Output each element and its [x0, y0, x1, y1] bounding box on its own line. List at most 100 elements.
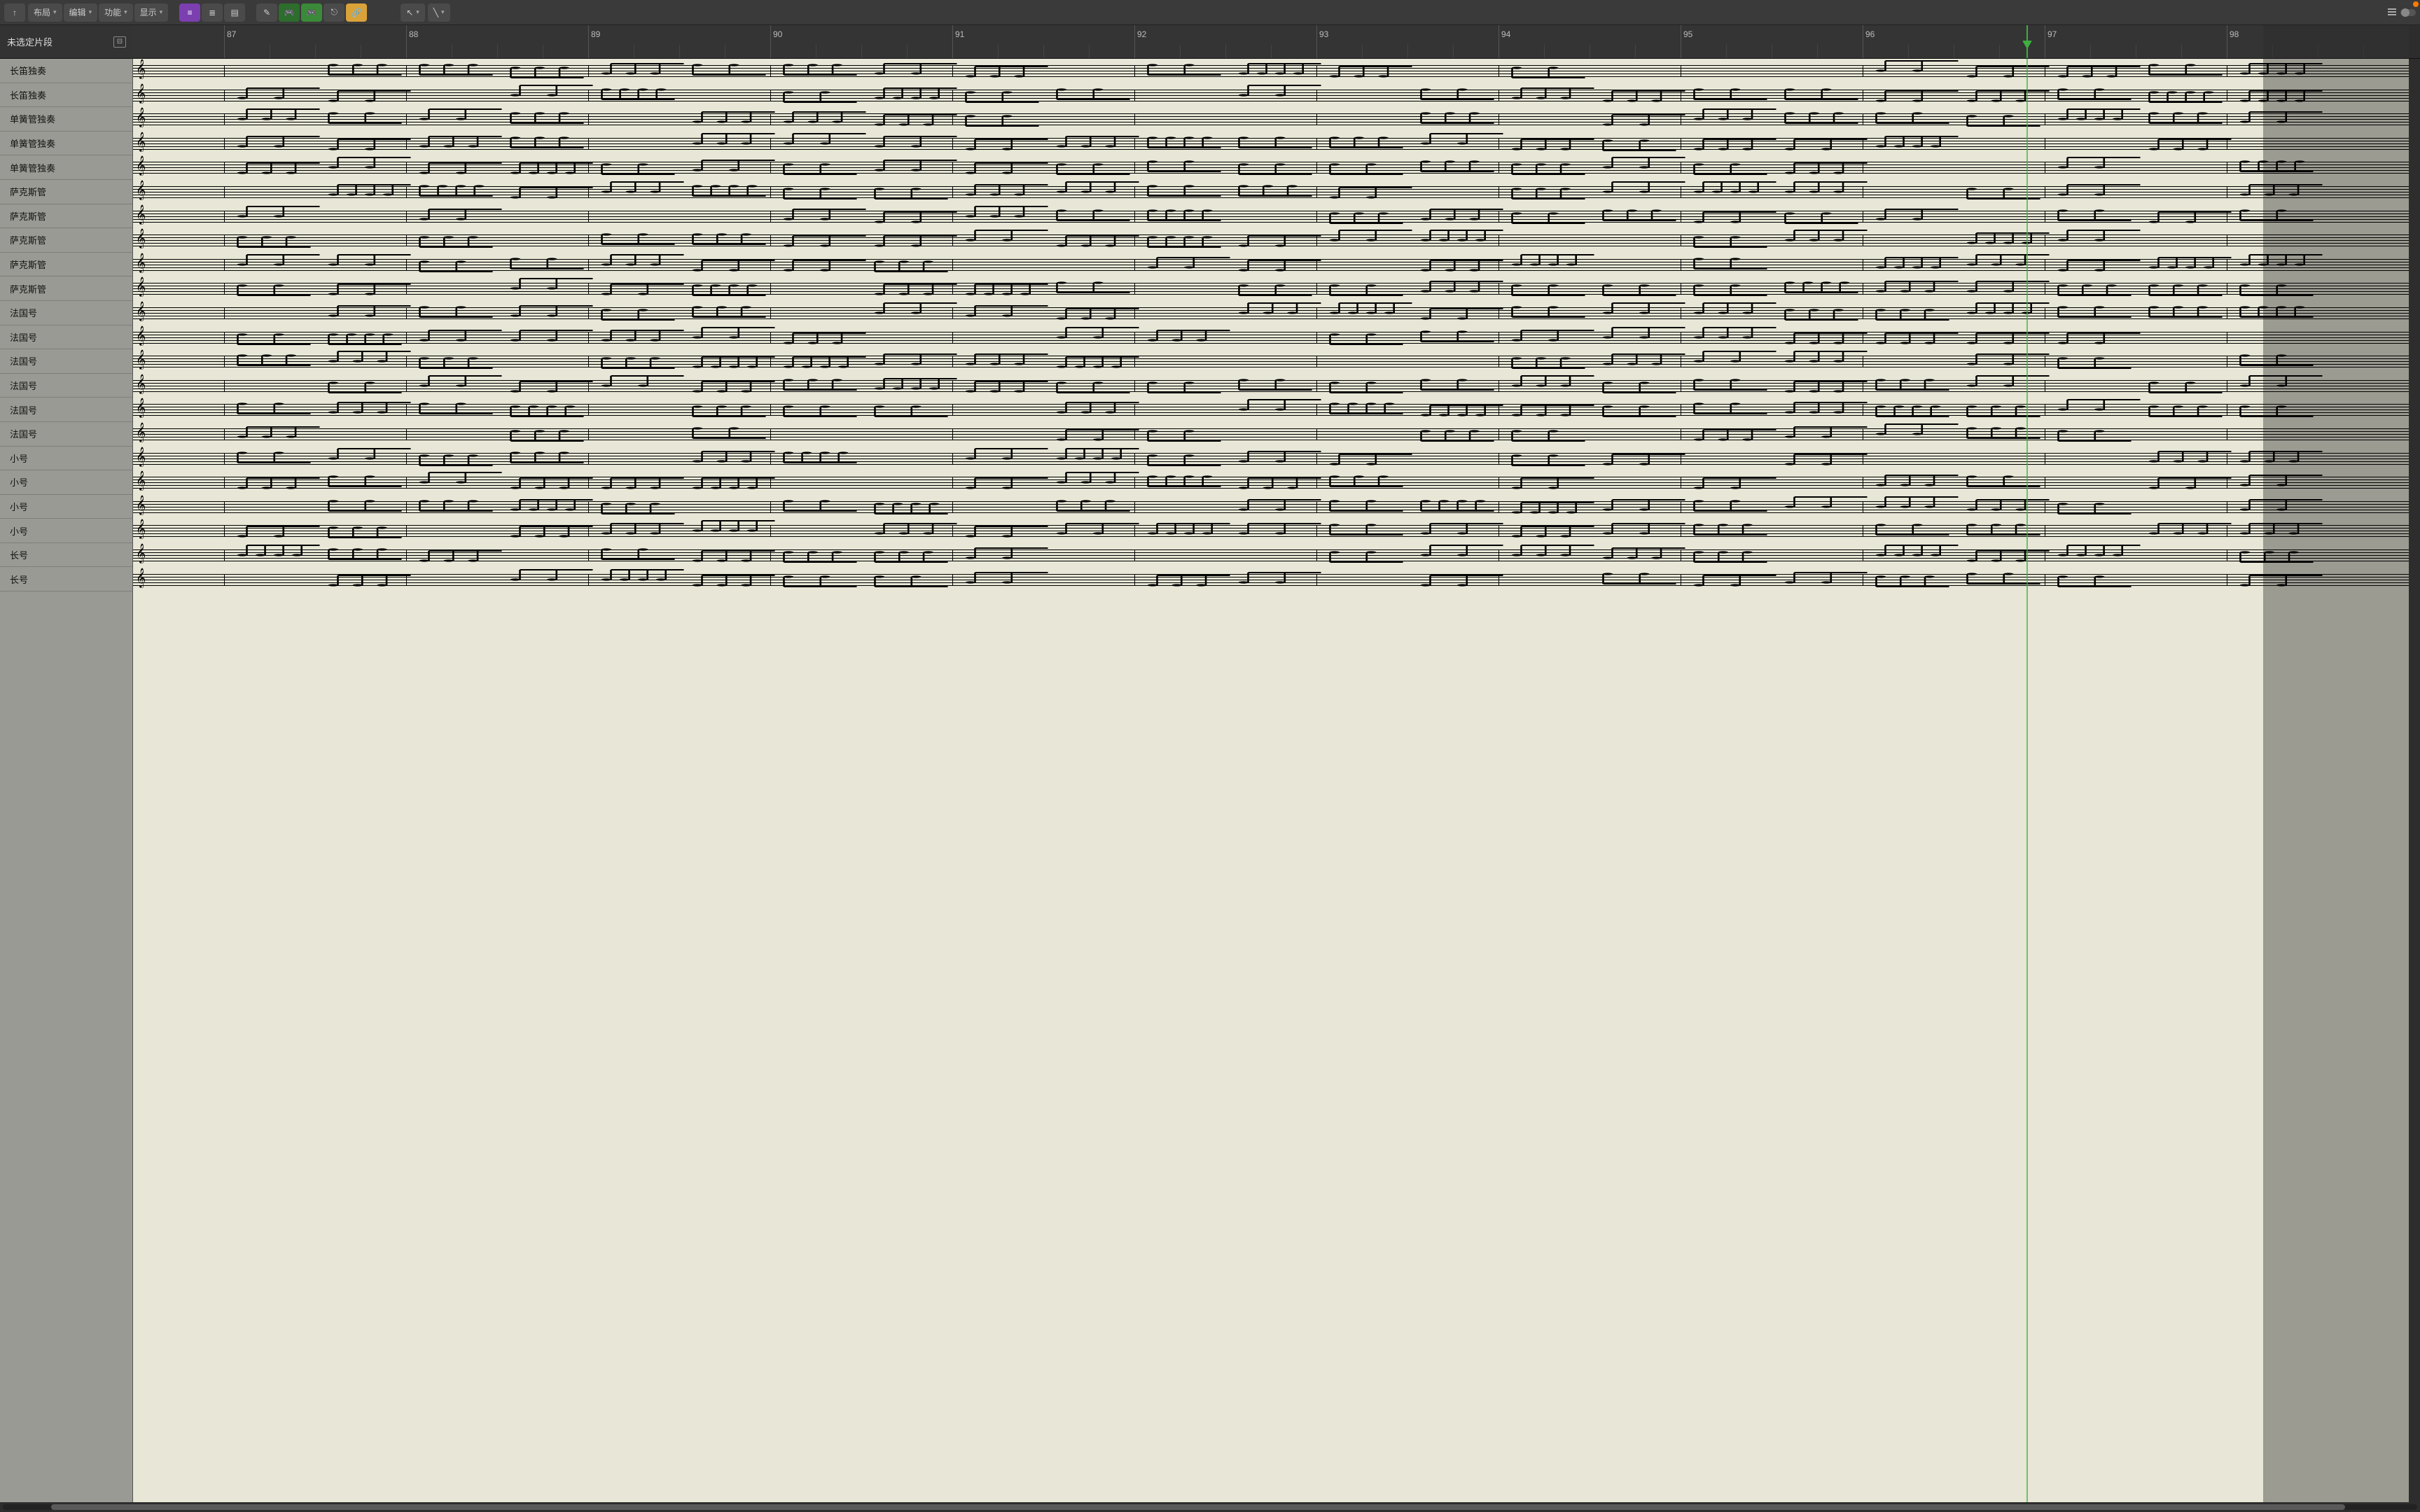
track-row[interactable]: 法国号	[0, 349, 132, 374]
right-gutter	[2409, 25, 2420, 58]
chevron-down-icon: ▾	[53, 8, 57, 16]
tool-pen[interactable]: ✎	[256, 4, 277, 22]
vertical-zoom-icon[interactable]	[2388, 8, 2396, 17]
ruler-label: 88	[409, 29, 418, 39]
staff-row: 𝄞	[133, 568, 2409, 592]
track-name: 单簧管独奏	[10, 161, 55, 174]
ruler-label: 92	[1137, 29, 1146, 39]
track-row[interactable]: 法国号	[0, 422, 132, 447]
track-row[interactable]: 小号	[0, 447, 132, 471]
playhead[interactable]	[2026, 25, 2028, 58]
staff-row: 𝄞	[133, 204, 2409, 229]
staff-row: 𝄞	[133, 519, 2409, 543]
treble-clef-icon: 𝄞	[136, 158, 146, 174]
ruler[interactable]: 87888990919293949596979899	[133, 25, 2409, 58]
staff-row: 𝄞	[133, 398, 2409, 422]
app-root: ↑ 布局 ▾编辑 ▾功能 ▾显示 ▾ ≡≣▤ ✎🎮🎮⎋🔗 ↖▾ ╲▾ 未选定片段…	[0, 0, 2420, 1512]
track-row[interactable]: 法国号	[0, 326, 132, 350]
view-menu[interactable]: 显示 ▾	[134, 4, 169, 22]
track-name: 萨克斯管	[10, 233, 46, 246]
treble-clef-icon: 𝄞	[136, 206, 146, 223]
staff-row: 𝄞	[133, 543, 2409, 568]
track-row[interactable]: 单簧管独奏	[0, 132, 132, 156]
track-row[interactable]: 法国号	[0, 301, 132, 326]
treble-clef-icon: 𝄞	[136, 328, 146, 344]
catch-toggle[interactable]	[2400, 9, 2416, 16]
track-name: 小号	[10, 524, 28, 538]
track-row[interactable]: 小号	[0, 470, 132, 495]
tool-inspect[interactable]: ⎋	[324, 4, 345, 22]
score-area[interactable]: 𝄞𝄞𝄞𝄞𝄞𝄞𝄞𝄞𝄞𝄞𝄞𝄞𝄞𝄞𝄞𝄞𝄞𝄞𝄞𝄞𝄞𝄞	[133, 59, 2409, 1502]
treble-clef-icon: 𝄞	[136, 351, 146, 368]
collapse-icon[interactable]: ⊟	[113, 36, 126, 48]
staff-row: 𝄞	[133, 349, 2409, 374]
up-button[interactable]: ↑	[4, 4, 25, 22]
track-name: 小号	[10, 451, 28, 465]
pointer-tool[interactable]: ↖▾	[401, 4, 425, 22]
track-row[interactable]: 小号	[0, 519, 132, 543]
staff-row: 𝄞	[133, 326, 2409, 350]
track-row[interactable]: 萨克斯管	[0, 253, 132, 277]
treble-clef-icon: 𝄞	[136, 400, 146, 416]
chevron-down-icon: ▾	[89, 8, 92, 16]
staff-row: 𝄞	[133, 253, 2409, 277]
staff-row: 𝄞	[133, 276, 2409, 301]
staff-row: 𝄞	[133, 495, 2409, 519]
track-row[interactable]: 萨克斯管	[0, 276, 132, 301]
track-name: 单簧管独奏	[10, 112, 55, 125]
track-name: 法国号	[10, 354, 37, 368]
track-name: 萨克斯管	[10, 209, 46, 223]
staff-row: 𝄞	[133, 374, 2409, 398]
track-name: 长笛独奏	[10, 88, 46, 102]
staff-row: 𝄞	[133, 301, 2409, 326]
track-row[interactable]: 萨克斯管	[0, 204, 132, 229]
scroll-gutter[interactable]	[2409, 59, 2420, 1502]
staff-row: 𝄞	[133, 228, 2409, 253]
track-name: 法国号	[10, 379, 37, 392]
region-title: 未选定片段	[7, 35, 53, 48]
track-name: 法国号	[10, 306, 37, 319]
ruler-label: 95	[1683, 29, 1692, 39]
staff-row: 𝄞	[133, 180, 2409, 204]
layout-menu[interactable]: 布局 ▾	[28, 4, 62, 22]
chevron-down-icon: ▾	[441, 8, 445, 16]
staff-row: 𝄞	[133, 422, 2409, 447]
ruler-label: 87	[227, 29, 236, 39]
track-row[interactable]: 萨克斯管	[0, 228, 132, 253]
treble-clef-icon: 𝄞	[136, 521, 146, 538]
score-playhead[interactable]	[2026, 59, 2028, 1502]
treble-clef-icon: 𝄞	[136, 449, 146, 465]
track-name: 法国号	[10, 403, 37, 416]
track-row[interactable]: 长号	[0, 543, 132, 568]
track-row[interactable]: 小号	[0, 495, 132, 519]
track-row[interactable]: 萨克斯管	[0, 180, 132, 204]
line-tool[interactable]: ╲▾	[428, 4, 450, 22]
edit-menu[interactable]: 编辑 ▾	[64, 4, 98, 22]
track-row[interactable]: 法国号	[0, 374, 132, 398]
tool-midi-in[interactable]: 🎮	[279, 4, 300, 22]
track-row[interactable]: 长笛独奏	[0, 59, 132, 83]
track-name: 法国号	[10, 330, 37, 344]
track-row[interactable]: 单簧管独奏	[0, 155, 132, 180]
treble-clef-icon: 𝄞	[136, 182, 146, 199]
functions-menu[interactable]: 功能 ▾	[99, 4, 133, 22]
view-linear[interactable]: ≡	[179, 4, 200, 22]
track-row[interactable]: 长号	[0, 567, 132, 592]
view-wrap[interactable]: ≣	[202, 4, 223, 22]
ruler-label: 89	[591, 29, 600, 39]
chevron-down-icon: ▾	[124, 8, 127, 16]
view-page[interactable]: ▤	[224, 4, 245, 22]
track-row[interactable]: 法国号	[0, 398, 132, 422]
tool-midi-out[interactable]: 🎮	[301, 4, 322, 22]
track-row[interactable]: 长笛独奏	[0, 83, 132, 108]
ruler-label: 94	[1501, 29, 1510, 39]
track-name: 小号	[10, 500, 28, 513]
horizontal-scrollbar[interactable]	[0, 1502, 2420, 1512]
scroll-thumb[interactable]	[51, 1504, 2345, 1510]
treble-clef-icon: 𝄞	[136, 424, 146, 441]
tool-link[interactable]: 🔗	[346, 4, 367, 22]
track-row[interactable]: 单簧管独奏	[0, 107, 132, 132]
ruler-label: 98	[2230, 29, 2239, 39]
staff-row: 𝄞	[133, 470, 2409, 495]
treble-clef-icon: 𝄞	[136, 303, 146, 320]
